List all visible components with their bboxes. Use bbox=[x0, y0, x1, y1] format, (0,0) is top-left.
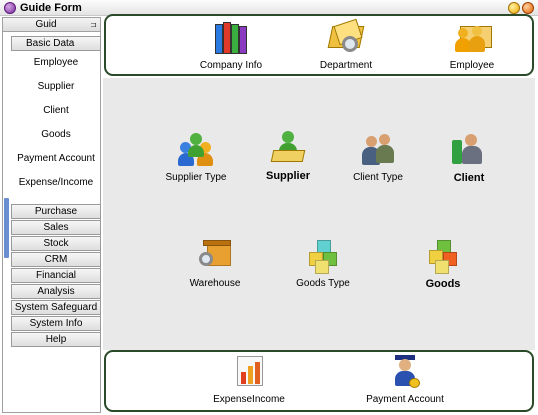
tile-label: Client bbox=[453, 172, 485, 184]
sidebar-header-title: Guid bbox=[35, 19, 57, 30]
group-sales[interactable]: Sales bbox=[11, 220, 101, 235]
group-system-info[interactable]: System Info bbox=[11, 316, 101, 331]
group-help[interactable]: Help bbox=[11, 332, 101, 347]
tile-label: Warehouse bbox=[189, 278, 241, 289]
employee-group-icon bbox=[454, 20, 492, 56]
tile-label: Goods bbox=[425, 278, 461, 290]
sidebar-item-supplier[interactable]: Supplier bbox=[13, 81, 99, 92]
tile-goods[interactable]: Goods bbox=[395, 238, 491, 290]
books-icon bbox=[213, 20, 249, 56]
tile-expense-income[interactable]: ExpenseIncome bbox=[201, 354, 297, 405]
tile-company-info[interactable]: Company Info bbox=[183, 20, 279, 71]
group-basic-data[interactable]: Basic Data bbox=[11, 36, 101, 51]
tile-client[interactable]: Client bbox=[421, 132, 517, 184]
graduate-coins-icon bbox=[387, 354, 423, 390]
sidebar: Guid ⊐ Basic Data Employee Supplier Clie… bbox=[2, 17, 101, 413]
tile-label: Supplier Type bbox=[165, 172, 227, 183]
sidebar-header: Guid ⊐ bbox=[3, 18, 100, 32]
group-stock[interactable]: Stock bbox=[11, 236, 101, 251]
workspace bbox=[103, 78, 535, 350]
group-purchase[interactable]: Purchase bbox=[11, 204, 101, 219]
client-group-icon bbox=[360, 132, 396, 168]
tile-client-type[interactable]: Client Type bbox=[330, 132, 426, 183]
close-button[interactable] bbox=[522, 2, 534, 14]
users-group-icon bbox=[178, 132, 214, 168]
cubes-icon bbox=[305, 238, 341, 274]
sidebar-item-goods[interactable]: Goods bbox=[13, 129, 99, 140]
window-title: Guide Form bbox=[20, 2, 82, 14]
group-crm[interactable]: CRM bbox=[11, 252, 101, 267]
sidebar-splitter-handle[interactable] bbox=[4, 198, 9, 258]
sidebar-item-employee[interactable]: Employee bbox=[13, 57, 99, 68]
group-analysis[interactable]: Analysis bbox=[11, 284, 101, 299]
sidebar-item-payment-account[interactable]: Payment Account bbox=[13, 153, 99, 164]
group-financial[interactable]: Financial bbox=[11, 268, 101, 283]
tile-department[interactable]: Department bbox=[298, 18, 394, 71]
goods-cubes-icon bbox=[425, 238, 461, 274]
tile-supplier-type[interactable]: Supplier Type bbox=[148, 132, 244, 183]
app-icon bbox=[4, 2, 16, 14]
folder-search-icon bbox=[327, 18, 365, 56]
tile-label: Goods Type bbox=[296, 278, 350, 289]
tile-warehouse[interactable]: Warehouse bbox=[167, 238, 263, 289]
tile-label: Supplier bbox=[265, 170, 310, 182]
tile-label: Client Type bbox=[353, 172, 403, 183]
warehouse-icon bbox=[197, 238, 233, 274]
tile-label: Company Info bbox=[199, 60, 263, 71]
group-system-safeguard[interactable]: System Safeguard bbox=[11, 300, 101, 315]
tile-employee[interactable]: Employee bbox=[424, 20, 520, 71]
tile-payment-account[interactable]: Payment Account bbox=[357, 354, 453, 405]
tile-label: Employee bbox=[449, 60, 495, 71]
sidebar-item-expense-income[interactable]: Expense/Income bbox=[13, 177, 99, 188]
pin-icon[interactable]: ⊐ bbox=[89, 20, 98, 29]
tile-goods-type[interactable]: Goods Type bbox=[275, 238, 371, 289]
tile-label: Payment Account bbox=[366, 394, 444, 405]
expense-chart-icon bbox=[231, 354, 267, 390]
client-icon bbox=[451, 132, 487, 168]
supplier-icon bbox=[270, 130, 306, 166]
bottom-panel bbox=[104, 350, 534, 412]
minimize-button[interactable] bbox=[508, 2, 520, 14]
tile-supplier[interactable]: Supplier bbox=[240, 130, 336, 182]
tile-label: Department bbox=[319, 60, 373, 71]
sidebar-item-client[interactable]: Client bbox=[13, 105, 99, 116]
tile-label: ExpenseIncome bbox=[213, 394, 285, 405]
